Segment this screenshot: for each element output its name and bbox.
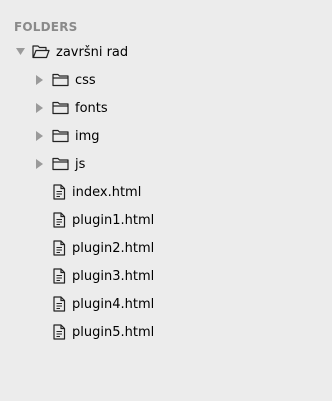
tree-item-file-plugin3[interactable]: plugin3.html — [52, 266, 154, 286]
tree-item-label: plugin5.html — [72, 324, 155, 340]
tree-item-label: img — [75, 128, 100, 144]
tree-item-label: js — [75, 156, 86, 172]
folder-icon — [52, 101, 69, 115]
tree-item-label: plugin3.html — [72, 268, 155, 284]
tree-item-file-plugin4[interactable]: plugin4.html — [52, 294, 154, 314]
tree-item-label: fonts — [75, 100, 108, 116]
tree-item-folder-img[interactable]: img — [36, 126, 100, 146]
disclosure-collapsed-icon[interactable] — [36, 73, 46, 87]
disclosure-collapsed-icon[interactable] — [36, 157, 46, 171]
disclosure-expanded-icon[interactable] — [16, 45, 26, 59]
disclosure-collapsed-icon[interactable] — [36, 129, 46, 143]
file-icon — [52, 296, 66, 312]
tree-item-root-folder[interactable]: završni rad — [16, 42, 128, 62]
disclosure-collapsed-icon[interactable] — [36, 101, 46, 115]
tree-item-label: index.html — [72, 184, 142, 200]
tree-item-label: završni rad — [56, 44, 129, 60]
folder-icon — [52, 73, 69, 87]
file-icon — [52, 212, 66, 228]
tree-item-file-plugin5[interactable]: plugin5.html — [52, 322, 154, 342]
tree-item-file-index[interactable]: index.html — [52, 182, 141, 202]
folder-icon — [52, 157, 69, 171]
tree-item-label: plugin2.html — [72, 240, 155, 256]
file-icon — [52, 268, 66, 284]
folder-icon — [52, 129, 69, 143]
tree-item-file-plugin1[interactable]: plugin1.html — [52, 210, 154, 230]
tree-item-label: plugin1.html — [72, 212, 155, 228]
folders-header: FOLDERS — [14, 20, 78, 34]
tree-item-file-plugin2[interactable]: plugin2.html — [52, 238, 154, 258]
file-icon — [52, 324, 66, 340]
tree-item-folder-js[interactable]: js — [36, 154, 85, 174]
tree-item-label: plugin4.html — [72, 296, 155, 312]
tree-item-folder-fonts[interactable]: fonts — [36, 98, 108, 118]
sidebar-panel: FOLDERS završni rad css fonts img js ind… — [0, 0, 332, 401]
tree-item-label: css — [75, 72, 96, 88]
tree-item-folder-css[interactable]: css — [36, 70, 96, 90]
file-icon — [52, 184, 66, 200]
folder-open-icon — [32, 45, 50, 59]
file-icon — [52, 240, 66, 256]
